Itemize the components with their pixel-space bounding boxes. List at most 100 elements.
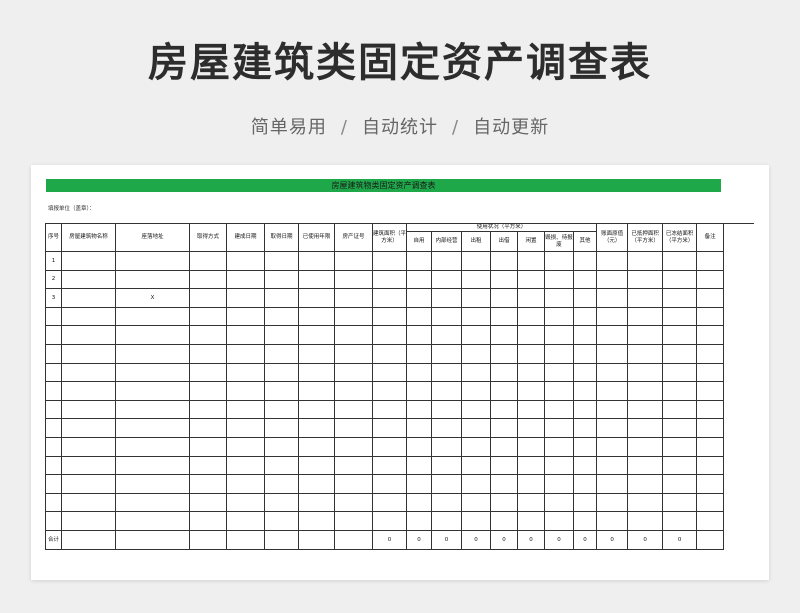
cell-seq[interactable] [45,362,62,383]
table-cell[interactable] [461,251,491,271]
table-cell[interactable] [226,325,265,345]
table-cell[interactable] [61,511,116,531]
cell-address[interactable] [115,455,190,476]
table-cell[interactable] [431,418,462,438]
table-cell[interactable] [627,306,664,327]
table-cell[interactable] [490,251,518,271]
table-cell[interactable] [189,251,227,271]
table-cell[interactable] [517,362,545,383]
table-cell[interactable] [372,306,407,327]
table-cell[interactable] [298,511,335,531]
table-cell[interactable] [572,418,598,438]
table-cell[interactable] [298,362,335,383]
table-cell[interactable] [189,269,227,290]
table-cell[interactable] [334,251,373,271]
table-cell[interactable] [544,269,574,290]
table-cell[interactable] [544,418,574,438]
table-cell[interactable] [334,269,373,290]
table-cell[interactable] [264,306,299,327]
table-cell[interactable] [406,399,432,420]
table-cell[interactable] [596,418,629,438]
table-cell[interactable] [334,492,373,513]
cell-seq[interactable]: 2 [45,269,62,290]
table-cell[interactable] [226,436,265,457]
table-cell[interactable] [372,362,407,383]
table-cell[interactable] [61,343,116,364]
table-cell[interactable] [572,511,598,531]
table-cell[interactable] [334,362,373,383]
table-cell[interactable] [572,288,598,308]
table-cell[interactable] [61,306,116,327]
table-cell[interactable] [226,455,265,476]
table-cell[interactable] [298,399,335,420]
table-cell[interactable] [490,269,518,290]
cell-address[interactable] [115,418,190,438]
table-cell[interactable] [334,436,373,457]
cell-seq[interactable] [45,474,62,494]
cell-seq[interactable]: 1 [45,251,62,271]
cell-address[interactable] [115,306,190,327]
table-cell[interactable] [298,418,335,438]
cell-address[interactable] [115,343,190,364]
table-cell[interactable] [226,288,265,308]
cell-address[interactable] [115,251,190,271]
table-cell[interactable] [264,343,299,364]
table-cell[interactable] [627,455,664,476]
cell-seq[interactable] [45,455,62,476]
table-cell[interactable] [189,399,227,420]
table-cell[interactable] [517,343,545,364]
table-cell[interactable] [189,455,227,476]
table-cell[interactable] [572,269,598,290]
table-cell[interactable] [662,306,698,327]
cell-address[interactable] [115,399,190,420]
table-cell[interactable] [431,325,462,345]
table-cell[interactable] [572,343,598,364]
table-cell[interactable] [334,381,373,401]
table-cell[interactable] [662,343,698,364]
table-cell[interactable] [298,343,335,364]
table-cell[interactable] [596,474,629,494]
table-cell[interactable] [696,474,725,494]
table-cell[interactable] [372,399,407,420]
table-cell[interactable] [298,269,335,290]
table-cell[interactable] [627,381,664,401]
table-cell[interactable] [189,474,227,494]
table-cell[interactable] [662,399,698,420]
table-cell[interactable] [372,436,407,457]
cell-seq[interactable] [45,511,62,531]
table-cell[interactable] [189,325,227,345]
table-cell[interactable] [596,325,629,345]
table-cell[interactable] [298,288,335,308]
table-cell[interactable] [406,455,432,476]
table-cell[interactable] [298,251,335,271]
table-cell[interactable] [298,474,335,494]
table-cell[interactable] [662,455,698,476]
table-cell[interactable] [490,492,518,513]
table-cell[interactable] [461,325,491,345]
table-cell[interactable] [490,399,518,420]
table-cell[interactable] [544,251,574,271]
table-cell[interactable] [572,399,598,420]
cell-seq[interactable] [45,418,62,438]
table-cell[interactable] [264,251,299,271]
table-cell[interactable] [696,418,725,438]
table-cell[interactable] [334,399,373,420]
table-cell[interactable] [431,399,462,420]
table-cell[interactable] [431,306,462,327]
table-cell[interactable] [61,362,116,383]
table-cell[interactable] [406,474,432,494]
table-cell[interactable] [372,381,407,401]
table-cell[interactable] [572,251,598,271]
table-cell[interactable] [596,288,629,308]
table-cell[interactable] [406,381,432,401]
table-cell[interactable] [298,306,335,327]
table-cell[interactable] [189,306,227,327]
table-cell[interactable] [696,455,725,476]
table-cell[interactable] [406,511,432,531]
table-cell[interactable] [517,269,545,290]
table-cell[interactable] [226,362,265,383]
table-cell[interactable] [544,492,574,513]
table-cell[interactable] [662,325,698,345]
table-cell[interactable] [334,343,373,364]
table-cell[interactable] [461,288,491,308]
